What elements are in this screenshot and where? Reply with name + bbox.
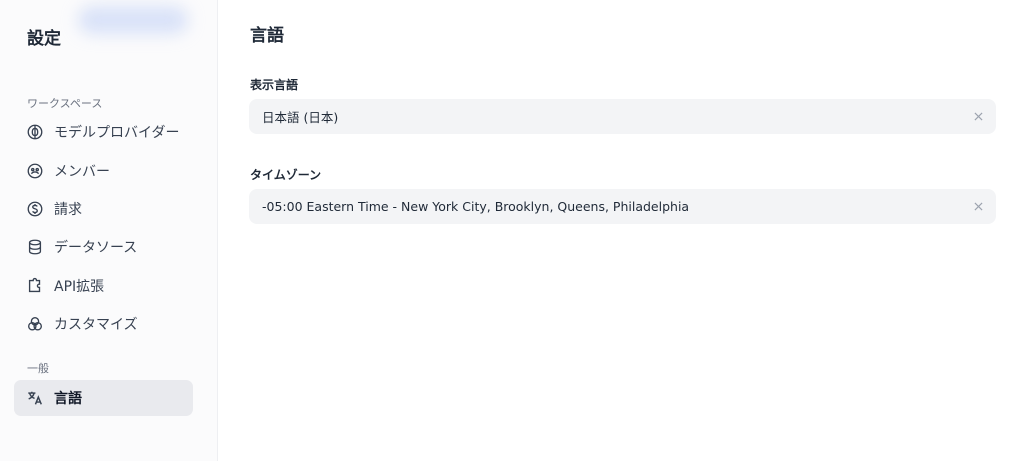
members-icon <box>26 162 44 180</box>
sidebar-title: 設定 <box>27 29 61 49</box>
timezone-label: タイムゾーン <box>250 168 322 182</box>
sidebar: 設定 ワークスペース モデルプロバイダー メンバー 請求 データソース API拡… <box>0 0 218 461</box>
circles-icon <box>26 315 44 333</box>
sidebar-item-data-source[interactable]: データソース <box>14 229 193 265</box>
sidebar-item-label: 請求 <box>54 202 82 218</box>
page-title: 言語 <box>250 26 284 46</box>
sidebar-item-label: メンバー <box>54 164 110 180</box>
sidebar-item-customize[interactable]: カスタマイズ <box>14 306 193 342</box>
sidebar-item-label: データソース <box>54 240 138 256</box>
sidebar-item-label: カスタマイズ <box>54 317 138 333</box>
close-icon[interactable] <box>972 201 984 213</box>
section-label-general: 一般 <box>27 362 49 375</box>
sidebar-item-label: API拡張 <box>54 279 105 295</box>
main-content: 言語 表示言語 日本語 (日本) タイムゾーン -05:00 Eastern T… <box>218 0 1024 461</box>
sidebar-item-label: モデルプロバイダー <box>54 125 180 141</box>
timezone-value: -05:00 Eastern Time - New York City, Bro… <box>262 199 690 214</box>
sidebar-item-billing[interactable]: 請求 <box>14 191 193 227</box>
translate-icon <box>26 389 44 407</box>
sidebar-item-model-provider[interactable]: モデルプロバイダー <box>14 114 193 150</box>
close-icon[interactable] <box>972 111 984 123</box>
display-language-label: 表示言語 <box>250 78 299 92</box>
database-icon <box>26 238 44 256</box>
display-language-select[interactable]: 日本語 (日本) <box>249 99 996 134</box>
sidebar-glow <box>78 6 188 34</box>
puzzle-icon <box>26 277 44 295</box>
sidebar-item-label: 言語 <box>54 391 82 407</box>
section-label-workspace: ワークスペース <box>27 97 103 110</box>
display-language-value: 日本語 (日本) <box>262 110 339 125</box>
timezone-select[interactable]: -05:00 Eastern Time - New York City, Bro… <box>249 189 996 224</box>
brain-icon <box>26 123 44 141</box>
sidebar-item-language[interactable]: 言語 <box>14 380 193 416</box>
sidebar-item-members[interactable]: メンバー <box>14 153 193 189</box>
dollar-icon <box>26 200 44 218</box>
sidebar-item-api-extension[interactable]: API拡張 <box>14 268 193 304</box>
